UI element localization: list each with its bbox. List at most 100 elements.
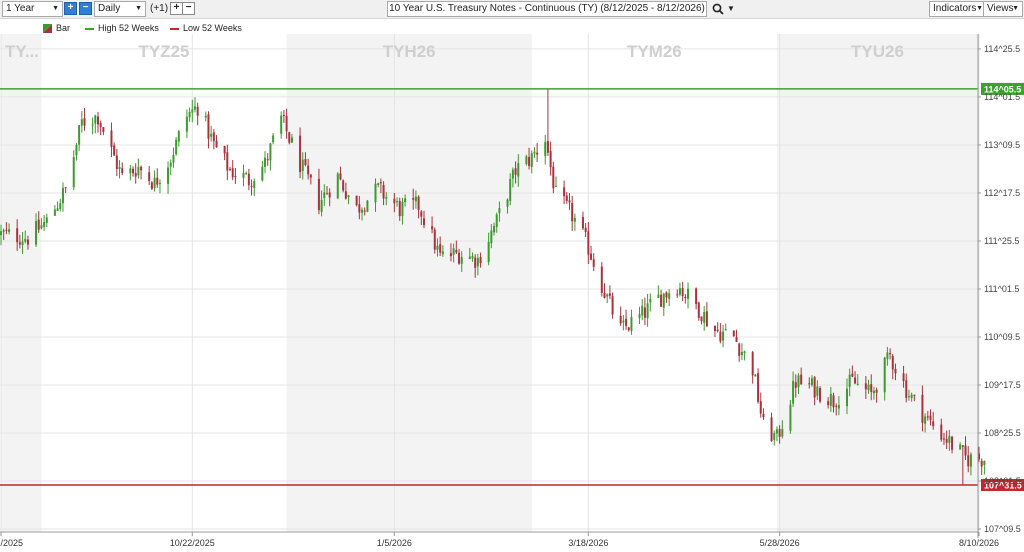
contract-band: [776, 34, 978, 532]
candle-body: [894, 368, 897, 374]
candlestick: [600, 262, 603, 297]
candlestick: [584, 223, 587, 238]
candlestick: [552, 161, 555, 194]
candlestick: [137, 158, 140, 179]
candlestick: [590, 245, 593, 261]
candle-body: [732, 330, 735, 337]
candlestick: [177, 129, 180, 147]
candle-body: [433, 229, 436, 250]
candle-body: [320, 199, 323, 212]
candlestick: [627, 326, 630, 332]
candle-body: [600, 266, 603, 293]
candle-body: [848, 374, 851, 387]
contract-band: [1, 34, 42, 532]
candlestick: [687, 282, 690, 309]
candle-body: [468, 256, 471, 260]
candlestick: [196, 102, 199, 126]
candle-body: [242, 173, 245, 178]
candle-body: [719, 331, 722, 342]
candle-body: [21, 241, 24, 246]
candle-body: [517, 163, 520, 177]
candle-body: [533, 151, 536, 154]
candle-body: [153, 177, 156, 188]
candle-body: [75, 144, 78, 156]
candle-body: [53, 209, 56, 216]
candle-body: [366, 200, 369, 212]
candle-body: [875, 389, 878, 393]
candlestick: [587, 221, 590, 264]
candle-body: [452, 248, 455, 255]
candlestick: [533, 147, 536, 158]
candle-body: [110, 130, 113, 147]
candlestick: [134, 163, 137, 184]
candle-body: [172, 154, 175, 163]
candle-body: [581, 216, 584, 229]
x-tick-label: 3/18/2026: [568, 538, 608, 548]
y-tick-label: 108^01.5: [984, 476, 1021, 486]
candle-body: [490, 230, 493, 244]
candle-body: [0, 231, 2, 236]
candle-body: [285, 115, 288, 132]
candle-body: [401, 202, 404, 217]
candle-body: [983, 460, 986, 466]
price-chart[interactable]: TY... TYZ25 TYH26 TYM26 TYU26 114^05.5107^31…: [0, 0, 1024, 552]
candle-body: [870, 384, 873, 392]
candle-body: [808, 383, 811, 385]
candlestick: [657, 285, 660, 298]
candle-body: [740, 351, 743, 355]
candle-body: [571, 203, 574, 222]
candle-body: [509, 179, 512, 201]
candle-body: [188, 111, 191, 118]
candle-body: [910, 394, 913, 398]
candlestick: [678, 282, 681, 297]
candle-body: [80, 119, 83, 126]
candle-body: [851, 373, 854, 377]
candlestick: [759, 392, 762, 418]
candle-body: [167, 167, 170, 184]
candle-body: [660, 294, 663, 307]
candlestick: [102, 127, 105, 136]
contract-label: TYU26: [851, 42, 904, 61]
candle-body: [358, 204, 361, 213]
candle-body: [835, 405, 838, 407]
candlestick: [573, 213, 576, 231]
candle-body: [476, 258, 479, 267]
contract-band: [286, 34, 532, 532]
candle-body: [253, 181, 256, 188]
candle-body: [61, 187, 64, 204]
candlestick: [581, 211, 584, 230]
candle-body: [705, 311, 708, 327]
candle-body: [229, 168, 232, 170]
candle-body: [261, 166, 264, 181]
candle-body: [272, 135, 275, 143]
candle-body: [441, 251, 444, 255]
candle-body: [18, 242, 21, 245]
candlestick: [603, 283, 606, 299]
candle-body: [951, 436, 954, 450]
candle-body: [94, 115, 97, 124]
candle-body: [96, 116, 99, 125]
contract-label: TY...: [5, 42, 39, 61]
candle-body: [212, 132, 215, 142]
candlestick: [732, 330, 735, 338]
candle-body: [546, 141, 549, 153]
candle-body: [872, 390, 875, 394]
candle-body: [641, 305, 644, 316]
candle-body: [495, 214, 498, 227]
candle-body: [722, 331, 725, 341]
candlestick: [625, 309, 628, 330]
candle-body: [2, 230, 5, 232]
candlestick: [665, 291, 668, 303]
candle-body: [307, 165, 310, 175]
candle-body: [883, 357, 886, 393]
candlestick: [266, 153, 269, 166]
candlestick: [288, 131, 291, 145]
candle-body: [549, 150, 552, 168]
candlestick: [172, 147, 175, 168]
candlestick: [150, 181, 153, 191]
candle-body: [436, 245, 439, 250]
candle-body: [762, 413, 765, 418]
candle-body: [845, 388, 848, 407]
candle-body: [630, 317, 633, 332]
candle-body: [342, 180, 345, 191]
